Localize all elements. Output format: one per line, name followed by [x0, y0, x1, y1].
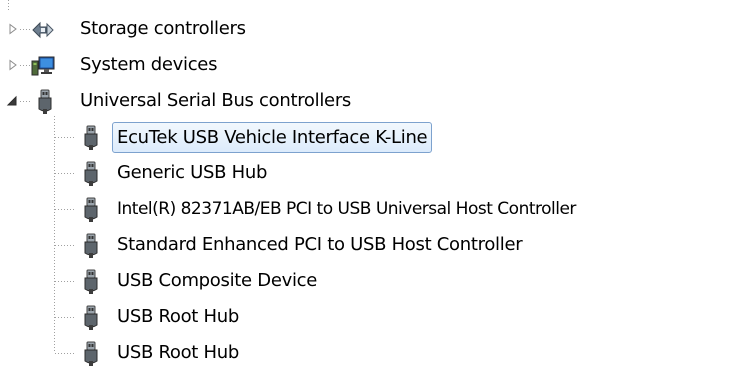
tree-node-label: Storage controllers: [80, 18, 246, 39]
expand-arrow-icon[interactable]: [6, 58, 20, 72]
tree-node-storage-controllers[interactable]: Storage controllers: [0, 11, 731, 47]
usb-plug-icon: [84, 233, 98, 258]
tree-child-label: USB Root Hub: [117, 342, 239, 363]
expand-arrow-icon[interactable]: [6, 22, 20, 36]
tree-child-intel-host-controller[interactable]: Intel(R) 82371AB/EB PCI to USB Universal…: [0, 191, 731, 227]
tree-child-label: Standard Enhanced PCI to USB Host Contro…: [117, 234, 523, 255]
usb-plug-icon: [84, 161, 98, 186]
tree-child-usb-root-hub[interactable]: USB Root Hub: [0, 335, 731, 371]
tree-child-usb-composite-device[interactable]: USB Composite Device: [0, 263, 731, 299]
tree-child-usb-root-hub[interactable]: USB Root Hub: [0, 299, 731, 335]
usb-plug-icon: [84, 197, 98, 222]
usb-plug-icon: [84, 269, 98, 294]
tree-child-ecutek-usb-interface[interactable]: EcuTek USB Vehicle Interface K-Line: [0, 119, 731, 155]
tree-node-label: System devices: [80, 54, 218, 75]
storage-controller-icon: [32, 21, 54, 39]
usb-plug-icon: [84, 125, 98, 150]
system-devices-icon: [31, 56, 55, 76]
tree-child-label: USB Composite Device: [117, 270, 318, 291]
collapse-arrow-icon[interactable]: [5, 94, 19, 108]
tree-child-label: Generic USB Hub: [117, 162, 268, 183]
tree-child-label: EcuTek USB Vehicle Interface K-Line: [112, 122, 433, 153]
tree-child-label: USB Root Hub: [117, 306, 239, 327]
usb-plug-icon: [84, 305, 98, 330]
tree-node-label: Universal Serial Bus controllers: [80, 90, 351, 111]
tree-child-generic-usb-hub[interactable]: Generic USB Hub: [0, 155, 731, 191]
tree-child-label: Intel(R) 82371AB/EB PCI to USB Universal…: [117, 199, 576, 219]
usb-plug-icon: [38, 89, 52, 114]
usb-plug-icon: [84, 341, 98, 366]
device-tree[interactable]: Storage controllers System devices Unive…: [0, 0, 731, 366]
tree-node-usb-controllers[interactable]: Universal Serial Bus controllers: [0, 83, 731, 119]
tree-node-system-devices[interactable]: System devices: [0, 47, 731, 83]
tree-child-standard-enhanced-host-controller[interactable]: Standard Enhanced PCI to USB Host Contro…: [0, 227, 731, 263]
